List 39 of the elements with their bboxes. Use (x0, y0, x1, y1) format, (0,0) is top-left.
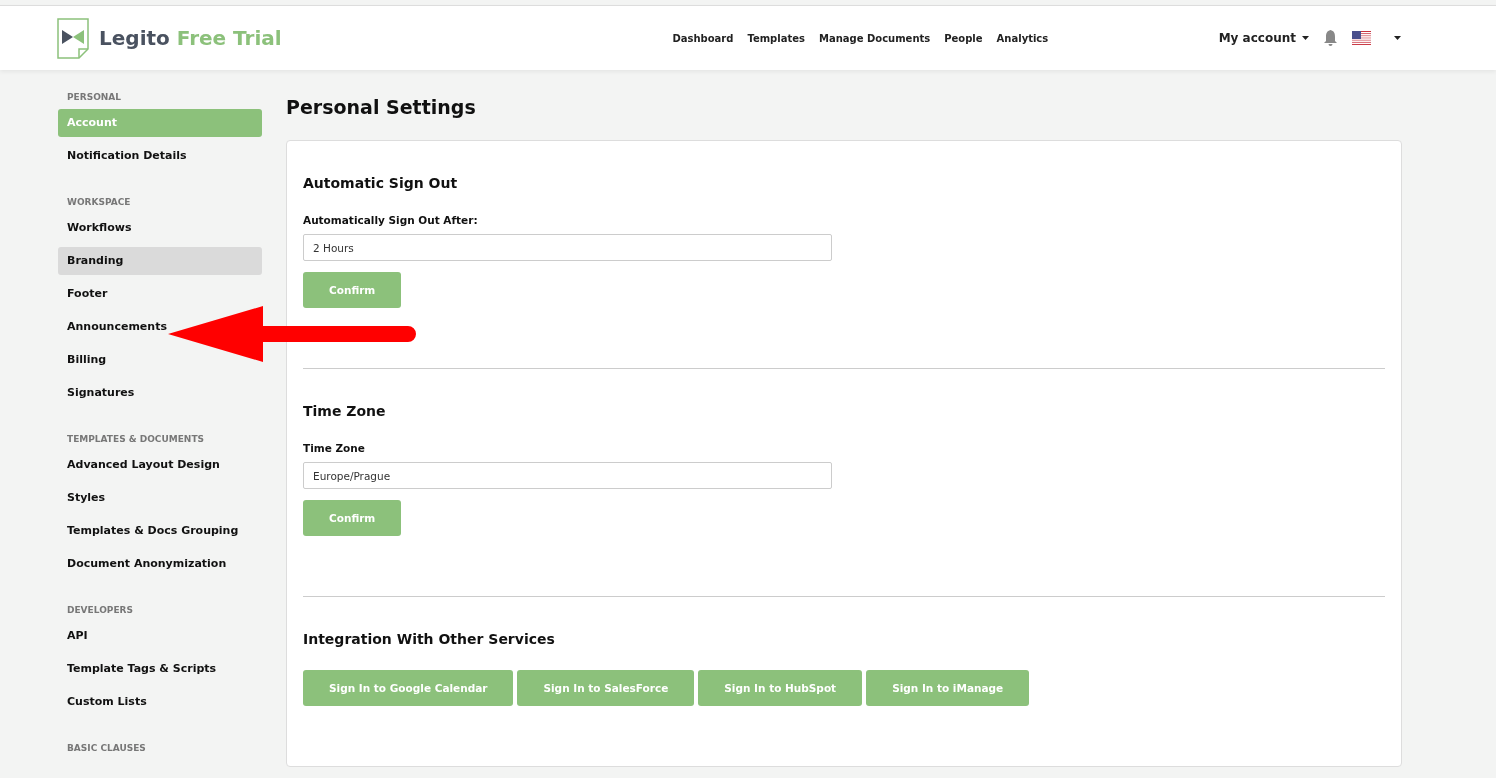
sidebar-item[interactable]: Branding (58, 247, 262, 275)
sidebar-item[interactable]: Notification Details (58, 142, 196, 170)
field-label: Time Zone (303, 442, 366, 454)
nav-link[interactable]: Dashboard (672, 32, 734, 44)
input-field[interactable]: Europe/Prague (303, 462, 832, 489)
sidebar-heading: WORKSPACE (66, 196, 132, 209)
sidebar-item[interactable]: Document Anonymization (58, 550, 236, 578)
field-label: Automatically Sign Out After: (303, 214, 479, 226)
section-title: Automatic Sign Out (303, 175, 459, 191)
sidebar-item[interactable]: Announcements (58, 313, 176, 341)
sidebar-item[interactable]: Footer (58, 280, 117, 308)
sidebar-item[interactable]: Styles (58, 484, 115, 512)
sidebar-item[interactable]: API (58, 622, 97, 650)
account-menu[interactable]: My account (1218, 31, 1309, 45)
sidebar-heading: BASIC CLAUSES (66, 742, 147, 755)
sidebar-heading: DEVELOPERS (66, 604, 134, 617)
caret-icon[interactable] (1394, 36, 1401, 40)
section-title: Time Zone (303, 403, 387, 419)
sidebar-item[interactable]: Billing (58, 346, 116, 374)
logo-icon (57, 17, 90, 59)
flag-icon[interactable] (1352, 30, 1371, 46)
brand-name: Legito Free Trial (99, 26, 282, 50)
sidebar-item[interactable]: Custom Lists (58, 688, 156, 716)
sidebar-item[interactable]: Templates & Docs Grouping (58, 517, 248, 545)
sidebar-item[interactable]: Advanced Layout Design (58, 451, 229, 479)
sidebar-heading: PERSONAL (66, 91, 123, 104)
nav-link[interactable]: Templates (747, 32, 805, 44)
sidebar-heading: TEMPLATES & DOCUMENTS (66, 433, 206, 446)
caret-icon (1302, 36, 1309, 40)
nav-link[interactable]: Analytics (996, 32, 1049, 44)
page-title: Personal Settings (286, 96, 477, 118)
sidebar-item[interactable]: Workflows (58, 214, 141, 242)
bell-icon[interactable] (1323, 30, 1338, 46)
section-title: Integration With Other Services (303, 631, 556, 647)
input-field[interactable]: 2 Hours (303, 234, 832, 261)
nav-link[interactable]: Manage Documents (818, 32, 931, 44)
sidebar-item[interactable]: Template Tags & Scripts (58, 655, 226, 683)
sidebar-item[interactable]: Signatures (58, 379, 144, 407)
nav-link[interactable]: People (944, 32, 983, 44)
